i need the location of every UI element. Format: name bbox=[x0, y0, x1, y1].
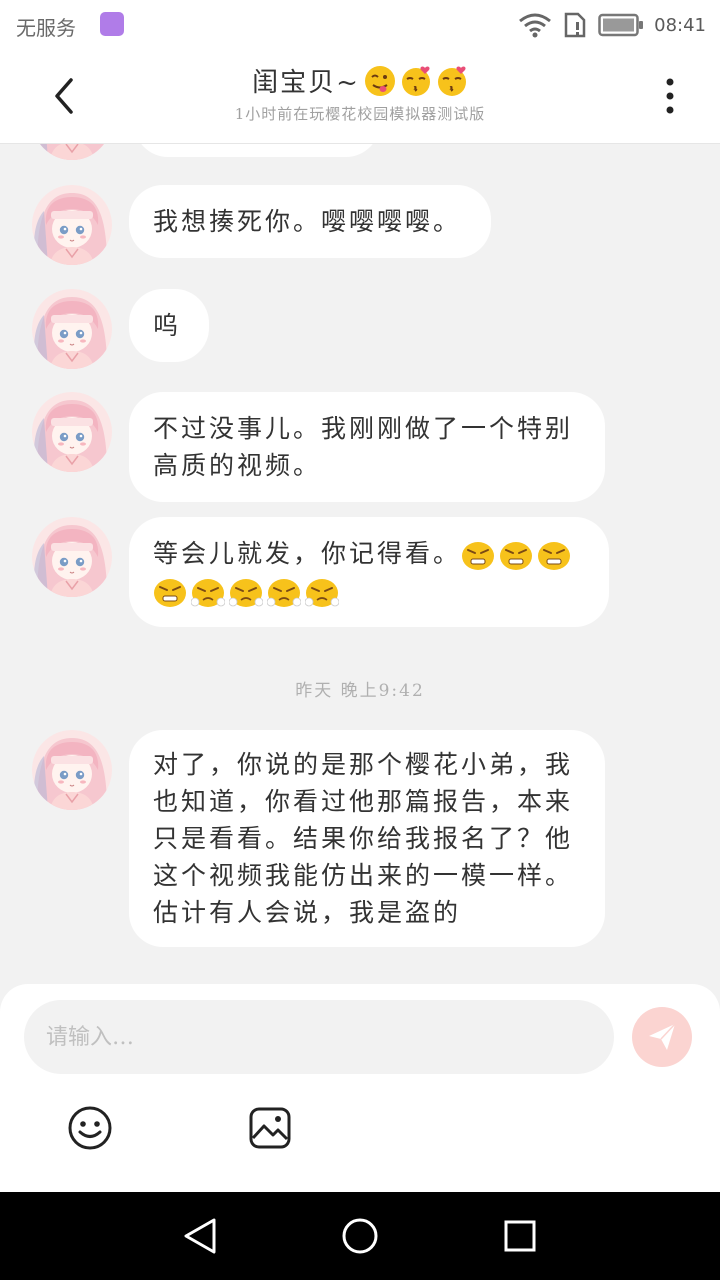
paper-plane-icon bbox=[649, 1023, 676, 1050]
wifi-icon bbox=[519, 13, 552, 38]
message-text: 对了，你说的是那个樱花小弟，我也知道，你看过他那篇报告，本来只是看看。结果你给我… bbox=[153, 750, 574, 927]
kiss-emoji bbox=[437, 66, 466, 96]
message-bubble[interactable]: 等会儿就发，你记得看。 bbox=[129, 517, 609, 627]
carrier-label: 无服务 bbox=[16, 16, 76, 40]
nav-back-button[interactable] bbox=[178, 1214, 222, 1258]
angry-emoji bbox=[537, 541, 571, 571]
message-bubble[interactable]: 不过没事儿。我刚刚做了一个特别高质的视频。 bbox=[129, 392, 605, 502]
emoji-button[interactable] bbox=[66, 1104, 114, 1152]
angry-emoji bbox=[499, 541, 533, 571]
avatar[interactable] bbox=[32, 289, 112, 369]
smiley-icon bbox=[68, 1106, 112, 1150]
message-bubble[interactable]: 我想揍死你。嘤嘤嘤嘤。 bbox=[129, 185, 491, 258]
message-bubble[interactable]: 对了，你说的是那个樱花小弟，我也知道，你看过他那篇报告，本来只是看看。结果你给我… bbox=[129, 730, 605, 947]
angry-emoji bbox=[153, 578, 187, 608]
back-button[interactable] bbox=[40, 72, 88, 120]
chat-title: 闺宝贝~ bbox=[252, 62, 468, 99]
image-icon bbox=[249, 1107, 291, 1149]
send-button[interactable] bbox=[632, 1007, 692, 1067]
composer bbox=[0, 984, 720, 1192]
message-bubble[interactable] bbox=[134, 144, 380, 157]
avatar[interactable] bbox=[32, 730, 112, 810]
contact-name: 闺宝贝~ bbox=[252, 68, 360, 98]
title-block: 闺宝贝~ 1小时前在玩樱花校园模拟器测试版 bbox=[150, 62, 570, 124]
huff-emoji bbox=[191, 578, 225, 608]
clock: 08:41 bbox=[654, 14, 706, 36]
message-text: 等会儿就发，你记得看。 bbox=[153, 539, 462, 568]
tongue-wink-emoji bbox=[364, 65, 395, 96]
more-options-button[interactable] bbox=[646, 72, 694, 120]
no-sim-icon bbox=[564, 12, 586, 38]
huff-emoji bbox=[229, 578, 263, 608]
time-divider: 昨天 晚上9:42 bbox=[295, 681, 425, 701]
avatar[interactable] bbox=[32, 144, 112, 160]
image-button[interactable] bbox=[246, 1104, 294, 1152]
avatar[interactable] bbox=[32, 185, 112, 265]
angry-emoji bbox=[461, 541, 495, 571]
kiss-emoji bbox=[401, 66, 430, 96]
chat-header: 闺宝贝~ 1小时前在玩樱花校园模拟器测试版 bbox=[0, 50, 720, 144]
circle-home-icon bbox=[342, 1218, 378, 1254]
message-list[interactable]: 我想揍死你。嘤嘤嘤嘤。 呜 不过没事儿。我刚刚做了一个特别高质的视频。 等会儿就… bbox=[0, 144, 720, 984]
more-vertical-icon bbox=[666, 78, 674, 114]
message-text: 呜 bbox=[153, 311, 182, 340]
status-bar: 无服务 08:41 bbox=[0, 0, 720, 50]
square-recents-icon bbox=[504, 1220, 536, 1252]
presence-status: 1小时前在玩樱花校园模拟器测试版 bbox=[234, 105, 486, 123]
huff-emoji bbox=[305, 578, 339, 608]
status-icons: 08:41 bbox=[518, 10, 706, 40]
gallery-notification-icon bbox=[100, 12, 124, 36]
huff-emoji bbox=[267, 578, 301, 608]
nav-home-button[interactable] bbox=[338, 1214, 382, 1258]
message-text: 我想揍死你。嘤嘤嘤嘤。 bbox=[153, 207, 462, 236]
avatar[interactable] bbox=[32, 392, 112, 472]
battery-icon bbox=[598, 13, 644, 37]
triangle-back-icon bbox=[184, 1218, 216, 1254]
avatar[interactable] bbox=[32, 517, 112, 597]
message-bubble[interactable]: 呜 bbox=[129, 289, 209, 362]
system-navigation-bar bbox=[0, 1192, 720, 1280]
message-text: 不过没事儿。我刚刚做了一个特别高质的视频。 bbox=[153, 414, 574, 480]
nav-recents-button[interactable] bbox=[498, 1214, 542, 1258]
message-input[interactable] bbox=[24, 1000, 614, 1074]
chevron-left-icon bbox=[55, 78, 73, 114]
